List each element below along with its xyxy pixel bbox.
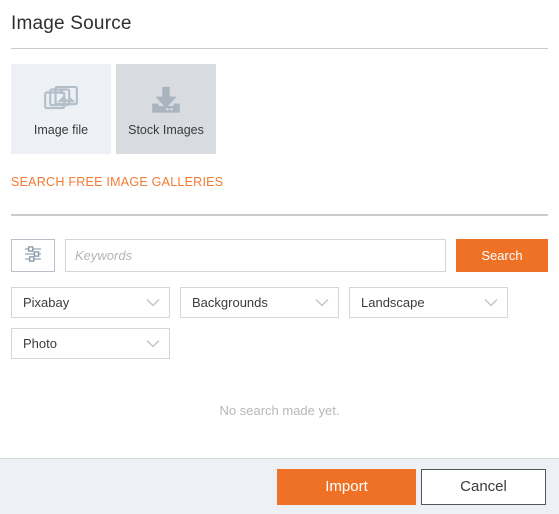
results-status-text: No search made yet. bbox=[219, 403, 340, 418]
dropdown-value: Landscape bbox=[361, 295, 425, 310]
source-tile-label: Stock Images bbox=[128, 122, 204, 137]
chevron-down-icon bbox=[315, 298, 329, 307]
dropdown-media-type[interactable]: Photo bbox=[11, 328, 170, 359]
filter-toggle-button[interactable] bbox=[11, 239, 55, 272]
search-button[interactable]: Search bbox=[456, 239, 548, 272]
source-tile-stock-images[interactable]: Stock Images bbox=[116, 64, 216, 154]
dropdown-value: Backgrounds bbox=[192, 295, 268, 310]
download-icon bbox=[149, 81, 183, 119]
dropdown-category[interactable]: Backgrounds bbox=[180, 287, 339, 318]
dropdown-value: Photo bbox=[23, 336, 57, 351]
image-source-dialog: Image Source Image file Stock Images SEA… bbox=[0, 0, 559, 514]
search-free-image-galleries-link[interactable]: SEARCH FREE IMAGE GALLERIES bbox=[11, 175, 223, 189]
chevron-down-icon bbox=[484, 298, 498, 307]
dialog-footer: Import Cancel bbox=[0, 458, 559, 514]
search-row: Search bbox=[11, 239, 548, 272]
sliders-filter-icon bbox=[24, 245, 42, 266]
filter-dropdowns: Pixabay Backgrounds Landscape Photo bbox=[11, 287, 548, 359]
section-divider bbox=[11, 214, 548, 216]
cancel-button[interactable]: Cancel bbox=[421, 468, 546, 505]
dropdown-provider[interactable]: Pixabay bbox=[11, 287, 170, 318]
dialog-body: Image file Stock Images SEARCH FREE IMAG… bbox=[0, 49, 559, 458]
dropdown-value: Pixabay bbox=[23, 295, 70, 310]
page-title: Image Source bbox=[11, 13, 132, 34]
dialog-header: Image Source bbox=[0, 0, 559, 49]
chevron-down-icon bbox=[146, 339, 160, 348]
source-type-tiles: Image file Stock Images bbox=[11, 64, 548, 154]
chevron-down-icon bbox=[146, 298, 160, 307]
dropdown-orientation[interactable]: Landscape bbox=[349, 287, 508, 318]
source-tile-label: Image file bbox=[33, 122, 89, 137]
source-tile-image-file[interactable]: Image file bbox=[11, 64, 111, 154]
images-stack-icon bbox=[44, 81, 78, 119]
import-button[interactable]: Import bbox=[277, 468, 416, 505]
search-input[interactable] bbox=[65, 239, 446, 272]
